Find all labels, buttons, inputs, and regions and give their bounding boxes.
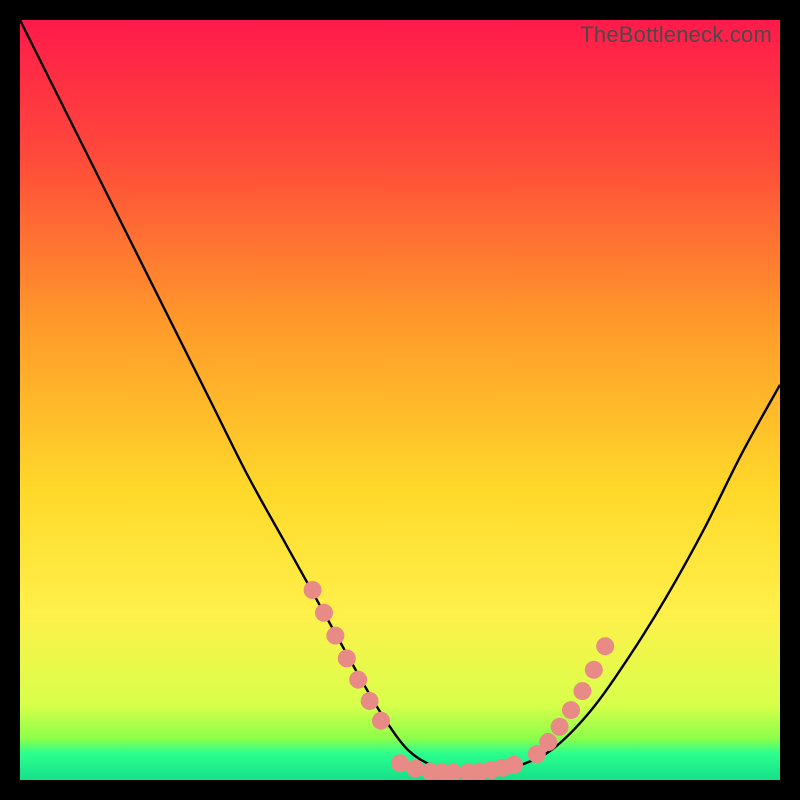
chart-frame: TheBottleneck.com: [20, 20, 780, 780]
curve-marker: [304, 581, 322, 599]
chart-svg: [20, 20, 780, 780]
curve-marker: [349, 671, 367, 689]
curve-marker: [562, 701, 580, 719]
gradient-background: [20, 20, 780, 780]
curve-marker: [573, 682, 591, 700]
curve-marker: [406, 760, 424, 778]
curve-marker: [315, 604, 333, 622]
curve-marker: [326, 627, 344, 645]
curve-marker: [372, 712, 390, 730]
watermark-text: TheBottleneck.com: [580, 22, 772, 48]
plot-area: [20, 20, 780, 780]
curve-marker: [505, 756, 523, 774]
curve-marker: [596, 637, 614, 655]
curve-marker: [539, 733, 557, 751]
curve-marker: [361, 692, 379, 710]
curve-marker: [585, 661, 603, 679]
curve-marker: [338, 649, 356, 667]
curve-marker: [551, 718, 569, 736]
